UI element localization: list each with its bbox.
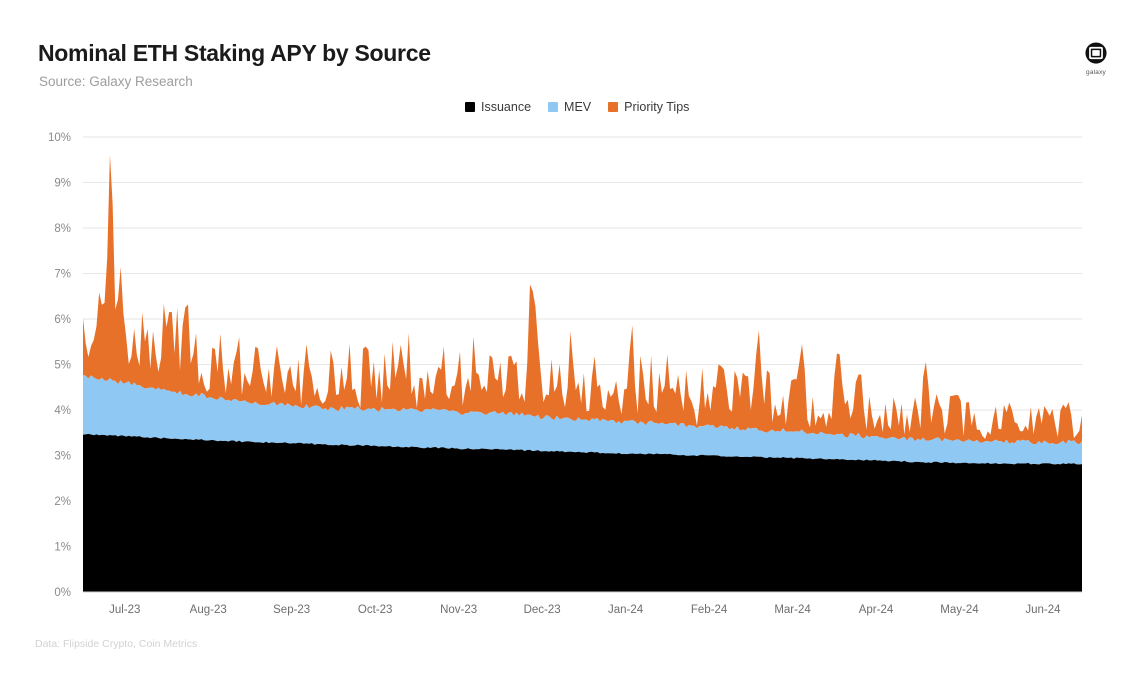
x-axis-tick-label: Jan-24 (608, 604, 644, 616)
x-axis-tick-label: Feb-24 (691, 604, 728, 616)
x-axis-tick-label: Mar-24 (774, 604, 811, 616)
x-axis-tick-label: Dec-23 (524, 604, 561, 616)
x-axis-tick-label: Apr-24 (859, 604, 894, 616)
chart-plot-area: 0% 1% 2% 3% 4% 5% 6% 7% 8% 9% 10% Jul-23 Aug-23 Sep-2… (0, 0, 1147, 680)
y-axis-tick-label: 9% (54, 178, 71, 190)
chart-page: Nominal ETH Staking APY by Source Source… (0, 0, 1147, 680)
y-axis-tick-label: 6% (54, 314, 71, 326)
stacked-area-chart: 0% 1% 2% 3% 4% 5% 6% 7% 8% 9% 10% Jul-23 Aug-23 Sep-2… (0, 0, 1147, 680)
y-axis-tick-label: 8% (54, 223, 71, 235)
x-axis-tick-label: Aug-23 (190, 604, 227, 616)
y-axis-tick-label: 0% (54, 587, 71, 599)
x-axis-tick-label: Sep-23 (273, 604, 310, 616)
x-axis-tick-label: Oct-23 (358, 604, 393, 616)
y-axis-tick-label: 4% (54, 405, 71, 417)
x-axis-tick-label: Jul-23 (109, 604, 140, 616)
source-note: Data: Flipside Crypto, Coin Metrics (35, 638, 197, 650)
y-axis-tick-label: 10% (48, 132, 71, 144)
y-axis-tick-label: 1% (54, 542, 71, 554)
y-axis-tick-label: 7% (54, 269, 71, 281)
y-axis-tick-label: 2% (54, 496, 71, 508)
y-axis-tick-label: 3% (54, 451, 71, 463)
y-axis-tick-label: 5% (54, 360, 71, 372)
x-axis-tick-label: Nov-23 (440, 604, 477, 616)
x-axis-tick-label: May-24 (940, 604, 979, 616)
x-axis-tick-label: Jun-24 (1025, 604, 1061, 616)
